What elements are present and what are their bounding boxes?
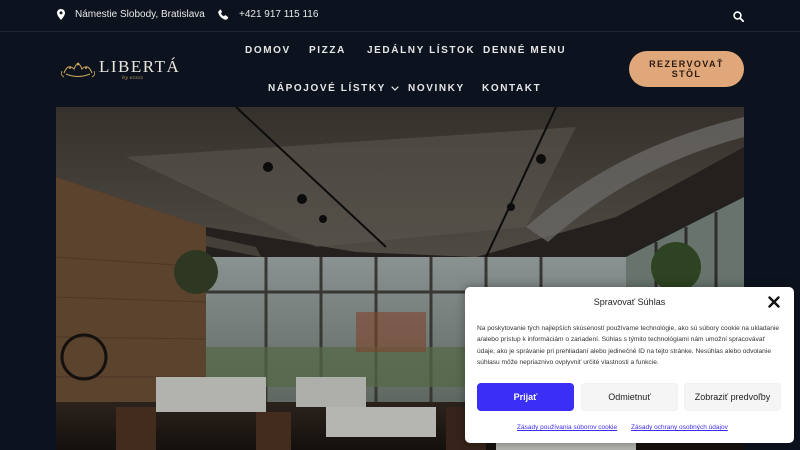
crown-emblem-icon	[60, 62, 96, 78]
phone[interactable]: +421 917 115 116	[218, 9, 318, 20]
logo[interactable]: LIBERTÁ by ezzzz	[60, 55, 180, 83]
phone-number[interactable]: +421 917 115 116	[239, 9, 318, 20]
consent-title: Spravovať Súhlas	[593, 297, 666, 307]
cookie-policy-link[interactable]: Zásady používania súborov cookie	[517, 424, 617, 431]
view-preferences-button[interactable]: Zobraziť predvoľby	[684, 383, 781, 411]
nav-novinky[interactable]: NOVINKY	[408, 83, 465, 94]
nav-napojove-listky-label: NÁPOJOVÉ LÍSTKY	[268, 83, 386, 94]
address: Námestie Slobody, Bratislava	[57, 9, 205, 20]
accept-button[interactable]: Prijať	[477, 383, 574, 411]
chevron-down-icon	[391, 86, 399, 91]
nav-pizza[interactable]: PIZZA	[309, 45, 346, 56]
nav-kontakt[interactable]: KONTAKT	[482, 83, 541, 94]
nav-domov[interactable]: DOMOV	[245, 45, 291, 56]
logo-tagline: by ezzzz	[122, 75, 144, 81]
nav-denne-menu[interactable]: DENNÉ MENU	[483, 45, 566, 56]
deny-button[interactable]: Odmietnuť	[581, 383, 678, 411]
consent-description: Na poskytovanie tých najlepších skúsenos…	[477, 325, 780, 366]
phone-icon	[218, 9, 229, 20]
top-bar: Námestie Slobody, Bratislava +421 917 11…	[0, 0, 800, 32]
logo-name: LIBERTÁ	[99, 57, 181, 76]
address-text: Námestie Slobody, Bratislava	[75, 9, 205, 20]
close-icon[interactable]	[768, 296, 780, 308]
reserve-table-button[interactable]: REZERVOVAŤ STÔL	[629, 51, 744, 87]
search-icon	[733, 11, 745, 23]
cookie-consent-dialog: Spravovať Súhlas Na poskytovanie tých na…	[465, 287, 794, 443]
privacy-policy-link[interactable]: Zásady ochrany osobných údajov	[631, 424, 728, 431]
search-button[interactable]	[733, 9, 745, 27]
nav-jedalny-listok[interactable]: JEDÁLNY LÍSTOK	[367, 45, 475, 56]
nav-napojove-listky[interactable]: NÁPOJOVÉ LÍSTKY	[268, 83, 399, 94]
map-pin-icon	[57, 9, 65, 20]
